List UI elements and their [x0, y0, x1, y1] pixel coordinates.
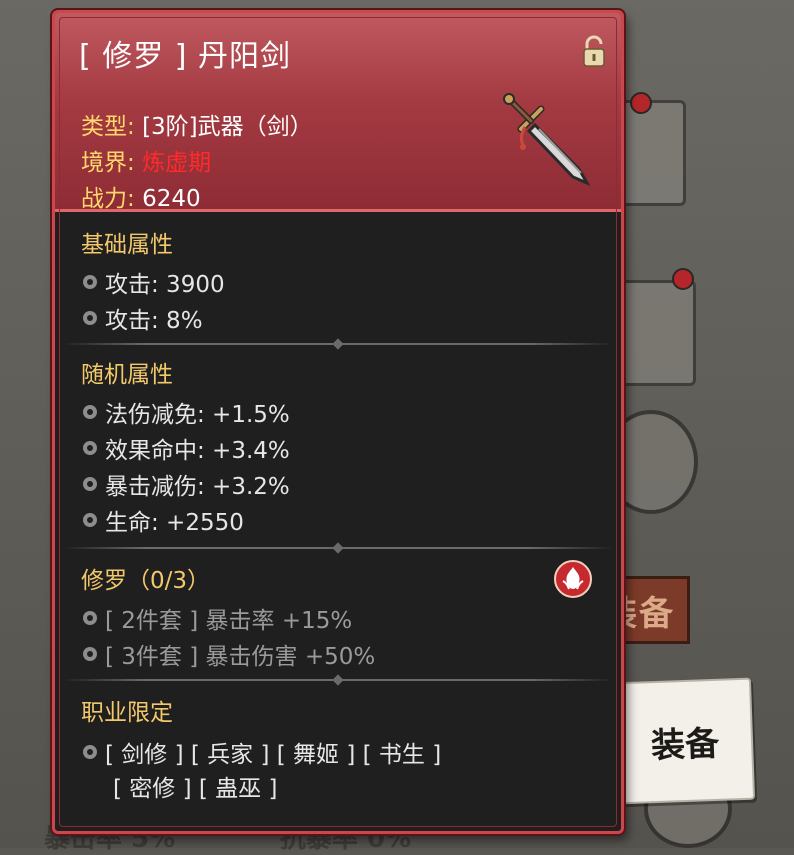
- item-power-row: 战力: 6240: [81, 179, 201, 213]
- section-divider: [63, 547, 613, 549]
- random-attr-line: 法伤减免: +1.5%: [83, 395, 290, 429]
- item-title: [ 修罗 ] 丹阳剑: [79, 39, 292, 74]
- random-attr-line: 暴击减伤: +3.2%: [83, 467, 290, 501]
- bullet-icon: [83, 275, 97, 289]
- type-value: [3阶]武器（剑）: [142, 114, 313, 140]
- random-attr-line: 效果命中: +3.4%: [83, 431, 290, 465]
- random-attr-text: 生命: +2550: [105, 510, 244, 536]
- bullet-icon: [83, 513, 97, 527]
- unlock-icon[interactable]: [581, 35, 607, 69]
- realm-value: 炼虚期: [142, 150, 212, 176]
- equip-slot[interactable]: [620, 280, 696, 386]
- random-attr-text: 法伤减免: +1.5%: [105, 402, 290, 428]
- set-bonus-line: [ 2件套 ] 暴击率 +15%: [83, 601, 352, 635]
- bullet-icon: [83, 611, 97, 625]
- base-attr-text: 攻击: 3900: [105, 272, 225, 298]
- base-attr-line: 攻击: 3900: [83, 265, 225, 299]
- bullet-icon: [83, 647, 97, 661]
- realm-label: 境界:: [81, 150, 135, 176]
- class-limit-text: [ 剑修 ] [ 兵家 ] [ 舞姬 ] [ 书生 ]: [105, 742, 442, 768]
- section-divider: [63, 343, 613, 345]
- base-attr-line: 攻击: 8%: [83, 301, 203, 335]
- item-header: [ 修罗 ] 丹阳剑 类型: [3阶]武器（剑） 境界: 炼虚期 战力: 624…: [55, 13, 621, 212]
- sword-icon: [503, 93, 591, 187]
- class-limit-line: [ 密修 ] [ 蛊巫 ]: [113, 769, 277, 803]
- type-label: 类型:: [81, 114, 135, 140]
- set-bonus-text: [ 3件套 ] 暴击伤害 +50%: [105, 644, 376, 670]
- bullet-icon: [83, 477, 97, 491]
- notification-dot: [630, 92, 652, 114]
- notification-dot: [672, 268, 694, 290]
- set-bonus-line: [ 3件套 ] 暴击伤害 +50%: [83, 637, 375, 671]
- random-attr-line: 生命: +2550: [83, 503, 244, 537]
- base-attrs-title: 基础属性: [81, 232, 173, 258]
- item-type-row: 类型: [3阶]武器（剑）: [81, 107, 313, 141]
- bullet-icon: [83, 311, 97, 325]
- class-limit-title: 职业限定: [81, 700, 173, 726]
- item-tooltip-panel: [ 修罗 ] 丹阳剑 类型: [3阶]武器（剑） 境界: 炼虚期 战力: 624…: [52, 10, 624, 834]
- class-limit-text: [ 密修 ] [ 蛊巫 ]: [113, 776, 278, 802]
- equip-button[interactable]: 装备: [614, 677, 756, 805]
- random-attr-text: 效果命中: +3.4%: [105, 438, 290, 464]
- flame-emblem-icon: [554, 560, 592, 598]
- item-realm-row: 境界: 炼虚期: [81, 143, 211, 177]
- class-limit-line: [ 剑修 ] [ 兵家 ] [ 舞姬 ] [ 书生 ]: [83, 735, 441, 769]
- section-divider: [63, 679, 613, 681]
- bullet-icon: [83, 441, 97, 455]
- random-attrs-title: 随机属性: [81, 362, 173, 388]
- bullet-icon: [83, 405, 97, 419]
- bullet-icon: [83, 745, 97, 759]
- random-attr-text: 暴击减伤: +3.2%: [105, 474, 290, 500]
- power-value: 6240: [142, 186, 201, 212]
- power-label: 战力:: [81, 186, 135, 212]
- set-title: 修罗（0/3）: [81, 568, 211, 594]
- set-bonus-text: [ 2件套 ] 暴击率 +15%: [105, 608, 353, 634]
- base-attr-text: 攻击: 8%: [105, 308, 203, 334]
